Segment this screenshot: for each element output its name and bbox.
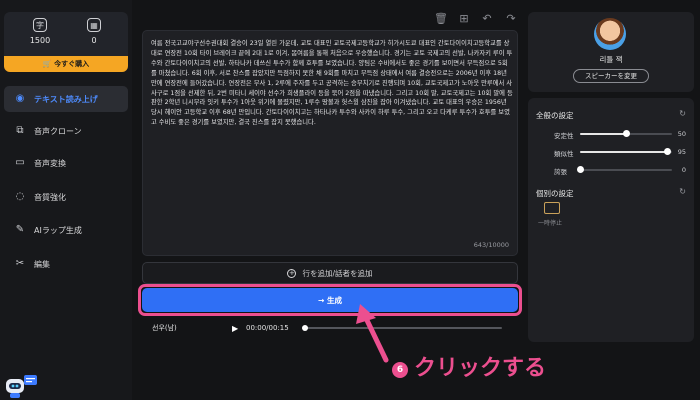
slider-stability[interactable]: 安定性 50 [536, 128, 686, 140]
text-to-speech-icon: ◉ [15, 93, 25, 104]
undo-icon[interactable]: ↶ [481, 12, 493, 25]
sidebar-item-label: AIラップ生成 [34, 225, 82, 235]
sidebar-item-text-to-speech[interactable]: ◉ テキスト読み上げ [4, 86, 128, 112]
ai-rap-icon: ✎ [15, 224, 25, 235]
individual-settings-title: 個別の設定 [536, 189, 574, 198]
add-line-label: 行を追加/話者を追加 [302, 268, 373, 278]
playback-knob[interactable] [302, 325, 308, 331]
voice-card: 리틀 잭 スピーカーを変更 [528, 12, 694, 92]
slider-fill [580, 151, 668, 153]
reset-global-icon[interactable]: ↻ [679, 109, 686, 118]
sidebar-item-ai-rap[interactable]: ✎ AIラップ生成 [4, 217, 128, 243]
credits-panel: 字 1500 ▦ 0 🛒 今すぐ購入 [4, 12, 128, 72]
slider-value: 95 [677, 148, 686, 156]
pause-icon[interactable] [544, 202, 560, 214]
assistant-robot-icon[interactable] [4, 373, 38, 399]
slider-value: 50 [677, 130, 686, 138]
character-credit: 字 1500 [20, 18, 60, 45]
playback-time: 00:00/00:15 [246, 324, 289, 332]
reset-individual-icon[interactable]: ↻ [679, 187, 686, 196]
play-icon[interactable]: ▶ [232, 324, 246, 333]
text-editor[interactable]: 여름 전국고교야구선수권대회 결승이 23일 열린 가운데, 교토 대표인 교토… [142, 30, 518, 256]
change-speaker-button[interactable]: スピーカーを変更 [573, 69, 649, 83]
audio-enhance-icon: ◌ [15, 191, 25, 202]
document-credit: ▦ 0 [74, 18, 114, 45]
character-counter: 643/10000 [473, 241, 509, 249]
import-icon[interactable]: ⊞ [458, 12, 470, 25]
playback-track[interactable] [302, 325, 502, 331]
voice-name: 리틀 잭 [599, 55, 623, 64]
character-credit-value: 1500 [29, 36, 51, 45]
plus-icon: + [287, 268, 297, 278]
slider-knob[interactable] [577, 166, 584, 173]
slider-fill [580, 133, 626, 135]
slider-similarity[interactable]: 類似性 95 [536, 146, 686, 158]
edit-scissors-icon: ✂ [15, 258, 25, 269]
slider-exaggeration[interactable]: 誇張 0 [536, 164, 686, 176]
sidebar: 字 1500 ▦ 0 🛒 今すぐ購入 ◉ テキスト読み上げ ⧉ 音声クローン ▭… [0, 0, 132, 400]
editor-text[interactable]: 여름 전국고교야구선수권대회 결승이 23일 열린 가운데, 교토 대표인 교토… [151, 39, 513, 128]
slider-value: 0 [681, 166, 686, 174]
pause-label: 一時停止 [538, 220, 563, 227]
sidebar-item-label: 音質強化 [34, 192, 66, 202]
sidebar-item-label: 音声クローン [34, 126, 82, 136]
slider-label: 安定性 [554, 132, 574, 140]
voice-convert-icon: ▭ [15, 157, 25, 168]
buy-now-button[interactable]: 🛒 今すぐ購入 [4, 56, 128, 72]
click-highlight-frame [138, 284, 522, 316]
slider-knob[interactable] [664, 148, 672, 155]
add-line-button[interactable]: + 行を追加/話者を追加 [142, 262, 518, 284]
slider-track[interactable] [577, 166, 672, 173]
character-credit-icon: 字 [33, 18, 47, 32]
voice-name-label: 선우(남) [152, 324, 177, 332]
redo-icon[interactable]: ↷ [505, 12, 517, 25]
settings-panel: 全般の設定 ↻ 安定性 50 類似性 95 誇張 0 個別の設定 ↻ 一時停止 [528, 98, 694, 342]
slider-knob[interactable] [623, 130, 630, 137]
slider-track[interactable] [580, 148, 672, 155]
document-credit-icon: ▦ [87, 18, 101, 32]
sidebar-item-label: テキスト読み上げ [34, 94, 98, 104]
global-settings-title: 全般の設定 [536, 111, 574, 120]
trash-icon[interactable]: 🗑 [434, 12, 448, 25]
voice-clone-icon: ⧉ [16, 125, 24, 136]
step-number-badge: 6 [392, 362, 408, 378]
sidebar-item-edit[interactable]: ✂ 編集 [4, 251, 128, 277]
sidebar-item-label: 編集 [34, 259, 50, 269]
slider-label: 類似性 [554, 150, 574, 158]
document-credit-value: 0 [91, 36, 97, 45]
annotation-text: クリックする [414, 356, 547, 381]
sidebar-item-label: 音声変換 [34, 158, 66, 168]
slider-label: 誇張 [554, 168, 567, 176]
sidebar-item-voice-clone[interactable]: ⧉ 音声クローン [4, 118, 128, 144]
avatar [594, 18, 626, 50]
sidebar-item-audio-enhance[interactable]: ◌ 音質強化 [4, 184, 128, 210]
sidebar-item-voice-convert[interactable]: ▭ 音声変換 [4, 150, 128, 176]
slider-track[interactable] [580, 130, 672, 137]
